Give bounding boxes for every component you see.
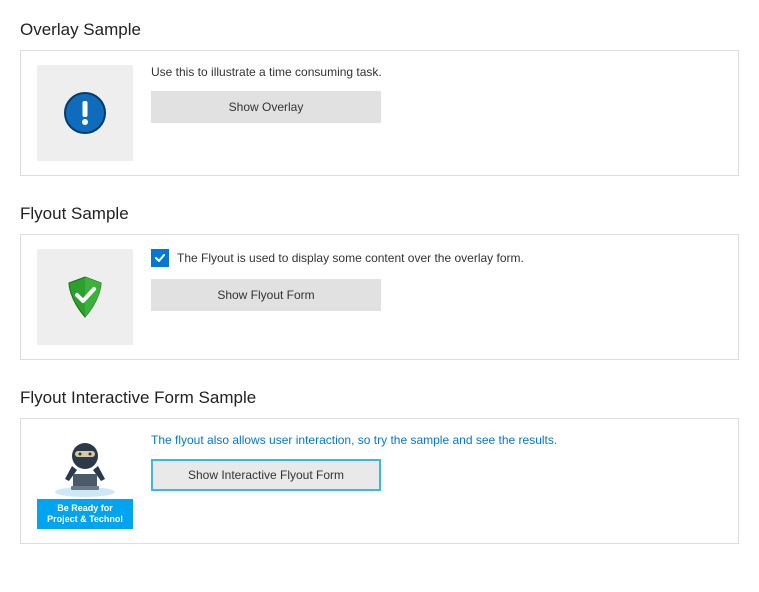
overlay-sample-panel: Use this to illustrate a time consuming …	[20, 50, 739, 176]
overlay-icon-container	[37, 65, 133, 161]
overlay-sample-title: Overlay Sample	[20, 20, 739, 40]
promo-line2: Project & Technol	[47, 514, 123, 524]
flyout-icon-container	[37, 249, 133, 345]
flyout-interactive-panel: Be Ready for Project & Technol The flyou…	[20, 418, 739, 544]
flyout-interactive-description: The flyout also allows user interaction,…	[151, 433, 722, 447]
ninja-laptop-icon	[37, 434, 133, 498]
shield-check-icon	[61, 273, 109, 321]
flyout-sample-section: Flyout Sample The Flyout is used to disp…	[20, 204, 739, 360]
flyout-checkbox[interactable]	[151, 249, 169, 267]
promo-banner: Be Ready for Project & Technol	[37, 499, 133, 529]
promo-card: Be Ready for Project & Technol	[37, 433, 133, 529]
overlay-description: Use this to illustrate a time consuming …	[151, 65, 722, 79]
overlay-content: Use this to illustrate a time consuming …	[151, 65, 722, 123]
checkmark-icon	[154, 252, 166, 264]
show-overlay-button[interactable]: Show Overlay	[151, 91, 381, 123]
flyout-sample-panel: The Flyout is used to display some conte…	[20, 234, 739, 360]
show-interactive-flyout-form-button[interactable]: Show Interactive Flyout Form	[151, 459, 381, 491]
flyout-sample-title: Flyout Sample	[20, 204, 739, 224]
overlay-sample-section: Overlay Sample Use this to illustrate a …	[20, 20, 739, 176]
flyout-checkbox-row: The Flyout is used to display some conte…	[151, 249, 722, 267]
show-flyout-form-button[interactable]: Show Flyout Form	[151, 279, 381, 311]
promo-line1: Be Ready for	[57, 503, 113, 513]
promo-image	[37, 433, 133, 499]
flyout-interactive-section: Flyout Interactive Form Sample Be Ready …	[20, 388, 739, 544]
flyout-interactive-title: Flyout Interactive Form Sample	[20, 388, 739, 408]
flyout-checkbox-label: The Flyout is used to display some conte…	[177, 251, 524, 265]
flyout-content: The Flyout is used to display some conte…	[151, 249, 722, 311]
flyout-interactive-content: The flyout also allows user interaction,…	[151, 433, 722, 491]
exclamation-circle-icon	[63, 91, 107, 135]
